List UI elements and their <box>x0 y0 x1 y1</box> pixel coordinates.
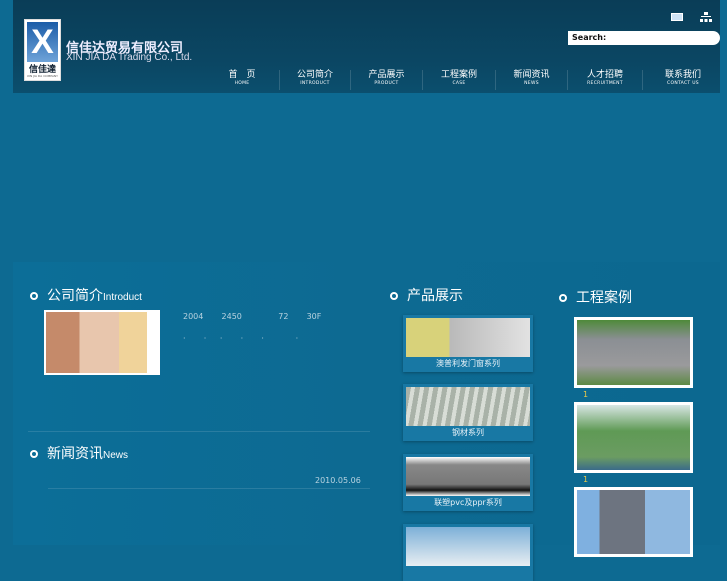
nav-recruitment[interactable]: 人才招聘 RECRUITMENT <box>568 70 643 90</box>
nav-introduct[interactable]: 公司简介 INTRODUCT <box>280 70 351 90</box>
product-item[interactable]: 联塑pvc及ppr系列 <box>403 454 533 511</box>
nav-contact[interactable]: 联系我们 CONTACT US <box>643 70 723 90</box>
search-input[interactable]: Search: <box>568 31 720 45</box>
gear-icon <box>30 292 38 300</box>
intro-text: 2004 2450 72 30F <box>183 312 322 321</box>
product-item[interactable] <box>403 524 533 581</box>
gear-icon <box>559 294 567 302</box>
case-image[interactable] <box>574 402 693 473</box>
sitemap-icon[interactable] <box>700 12 712 23</box>
news-date: 2010.05.06 <box>315 476 361 485</box>
divider <box>28 431 370 432</box>
main-nav: 首 页 HOME 公司简介 INTRODUCT 产品展示 PRODUCT 工程案例 CA… <box>205 70 723 90</box>
product-item[interactable]: 钢材系列 <box>403 384 533 441</box>
news-heading: 新闻资讯 News <box>30 443 128 463</box>
nav-news[interactable]: 新闻资讯 NEWS <box>496 70 568 90</box>
products-heading: 产品展示 <box>390 285 463 305</box>
nav-case[interactable]: 工程案例 CASE <box>423 70 496 90</box>
nav-home[interactable]: 首 页 HOME <box>205 70 280 90</box>
mail-icon[interactable] <box>671 13 683 21</box>
case-label[interactable]: 1 <box>583 475 588 484</box>
cases-heading: 工程案例 <box>559 287 632 307</box>
logo[interactable]: X 信佳達 XIN JIA DA COMPANY <box>24 19 61 81</box>
intro-heading: 公司简介 Introduct <box>30 285 142 305</box>
case-label[interactable]: 1 <box>583 390 588 399</box>
intro-text-dots: · · · · · · <box>183 334 299 343</box>
gear-icon <box>390 292 398 300</box>
gear-icon <box>30 450 38 458</box>
divider <box>48 488 370 489</box>
case-image[interactable] <box>574 317 693 388</box>
intro-photo[interactable] <box>44 310 160 375</box>
product-item[interactable]: 澳普利发门窗系列 <box>403 315 533 372</box>
company-name-en: XIN JIA DA Trading Co., Ltd. <box>66 52 193 63</box>
case-image[interactable] <box>574 487 693 557</box>
nav-product[interactable]: 产品展示 PRODUCT <box>351 70 423 90</box>
header: X 信佳達 XIN JIA DA COMPANY 信佳达贸易有限公司 XIN JIA… <box>13 0 720 93</box>
